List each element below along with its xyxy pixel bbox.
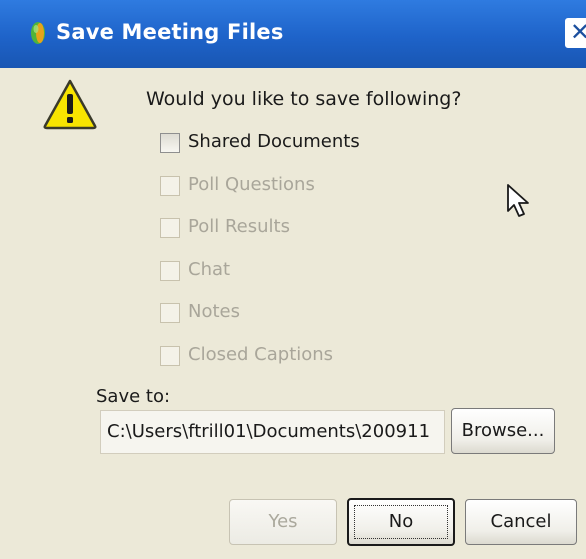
window-title: Save Meeting Files [56, 20, 284, 44]
closed-captions-label: Closed Captions [188, 344, 334, 365]
shared-documents-checkbox[interactable] [160, 133, 180, 153]
closed-captions-checkbox[interactable] [160, 346, 180, 366]
chat-checkbox[interactable] [160, 261, 180, 281]
title-bar[interactable]: Save Meeting Files ✕ [0, 0, 586, 68]
chat-label: Chat [188, 259, 231, 280]
cancel-button-label: Cancel [490, 511, 552, 532]
notes-label: Notes [188, 301, 240, 322]
poll-questions-label: Poll Questions [188, 174, 315, 195]
save-path-text: C:\Users\ftrill01\Documents\200911 [107, 421, 431, 442]
notes-checkbox[interactable] [160, 303, 180, 323]
browse-button-label: Browse... [461, 420, 545, 441]
save-path-field[interactable]: C:\Users\ftrill01\Documents\200911 [100, 410, 445, 454]
shared-documents-label: Shared Documents [188, 131, 360, 152]
green-orb-icon [31, 22, 45, 44]
yes-button-label: Yes [268, 511, 298, 532]
close-button[interactable]: ✕ [565, 18, 586, 48]
poll-questions-checkbox[interactable] [160, 176, 180, 196]
no-button[interactable]: No [347, 498, 455, 546]
close-icon: ✕ [570, 18, 586, 46]
save-to-label: Save to: [96, 386, 171, 407]
poll-results-checkbox[interactable] [160, 218, 180, 238]
yes-button[interactable]: Yes [229, 499, 337, 545]
cancel-button[interactable]: Cancel [465, 499, 577, 545]
browse-button[interactable]: Browse... [451, 408, 555, 454]
no-button-label: No [388, 511, 414, 532]
dialog-question: Would you like to save following? [146, 88, 462, 110]
mouse-pointer-icon [507, 184, 529, 217]
poll-results-label: Poll Results [188, 216, 290, 237]
warning-triangle-icon [43, 79, 97, 130]
